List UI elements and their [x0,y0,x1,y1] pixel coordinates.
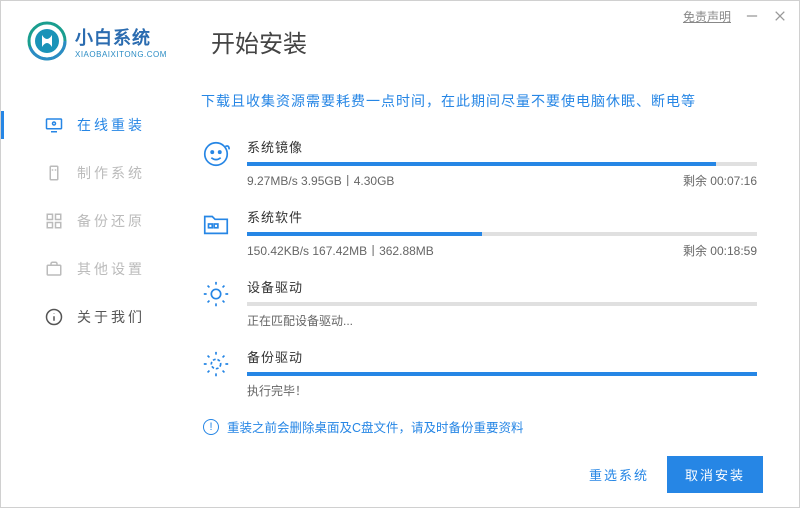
folder-icon [201,209,231,239]
warning-icon: ! [203,419,219,435]
task-title: 系统镜像 [247,137,757,156]
page-title: 开始安装 [211,24,307,59]
sidebar-item-backup[interactable]: 备份还原 [1,197,191,245]
sidebar-item-about[interactable]: 关于我们 [1,293,191,341]
task-title: 备份驱动 [247,347,757,366]
sidebar-item-create[interactable]: 制作系统 [1,149,191,197]
task-title: 设备驱动 [247,277,757,296]
task-status: 正在匹配设备驱动... [247,312,757,329]
briefcase-icon [45,260,63,278]
brand-name: 小白系统 [75,24,167,50]
sidebar-item-label: 在线重装 [77,115,145,135]
task-stats: 9.27MB/s 3.95GB丨4.30GB [247,172,394,189]
progress-bar [247,162,757,166]
sidebar-item-label: 关于我们 [77,307,145,327]
minimize-button[interactable] [745,9,759,23]
gear-icon [201,279,231,309]
sidebar-item-label: 制作系统 [77,163,145,183]
task-stats: 150.42KB/s 167.42MB丨362.88MB [247,242,434,259]
warning-notice: ! 重装之前会删除桌面及C盘文件，请及时备份重要资料 [203,417,757,436]
progress-bar [247,372,757,376]
monitor-icon [45,116,63,134]
disclaimer-link[interactable]: 免责声明 [683,8,731,25]
task-backup-driver: 备份驱动 执行完毕！ [201,347,757,399]
task-system-software: 系统软件 150.42KB/s 167.42MB丨362.88MB 剩余 00:… [201,207,757,259]
warning-text: 重装之前会删除桌面及C盘文件，请及时备份重要资料 [227,417,524,436]
cancel-button[interactable]: 取消安装 [667,456,763,493]
brand-sub: XIAOBAIXITONG.COM [75,50,167,59]
logo: 小白系统 XIAOBAIXITONG.COM [27,21,187,61]
sidebar-item-label: 备份还原 [77,211,145,231]
reselect-button[interactable]: 重选系统 [589,465,649,484]
sidebar-item-reinstall[interactable]: 在线重装 [1,101,191,149]
sidebar: 在线重装 制作系统 备份还原 其他设置 关于我们 [1,71,191,507]
grid-icon [45,212,63,230]
task-device-driver: 设备驱动 正在匹配设备驱动... [201,277,757,329]
progress-bar [247,302,757,306]
face-icon [201,139,231,169]
gear-dashed-icon [201,349,231,379]
tip-text: 下载且收集资源需要耗费一点时间，在此期间尽量不要使电脑休眠、断电等 [201,91,757,111]
task-system-image: 系统镜像 9.27MB/s 3.95GB丨4.30GB 剩余 00:07:16 [201,137,757,189]
close-button[interactable] [773,9,787,23]
sidebar-item-label: 其他设置 [77,259,145,279]
logo-icon [27,21,67,61]
task-remain: 剩余 00:18:59 [683,242,757,259]
task-status: 执行完毕！ [247,382,757,399]
task-title: 系统软件 [247,207,757,226]
sidebar-item-settings[interactable]: 其他设置 [1,245,191,293]
task-remain: 剩余 00:07:16 [683,172,757,189]
info-icon [45,308,63,326]
progress-bar [247,232,757,236]
usb-icon [45,164,63,182]
